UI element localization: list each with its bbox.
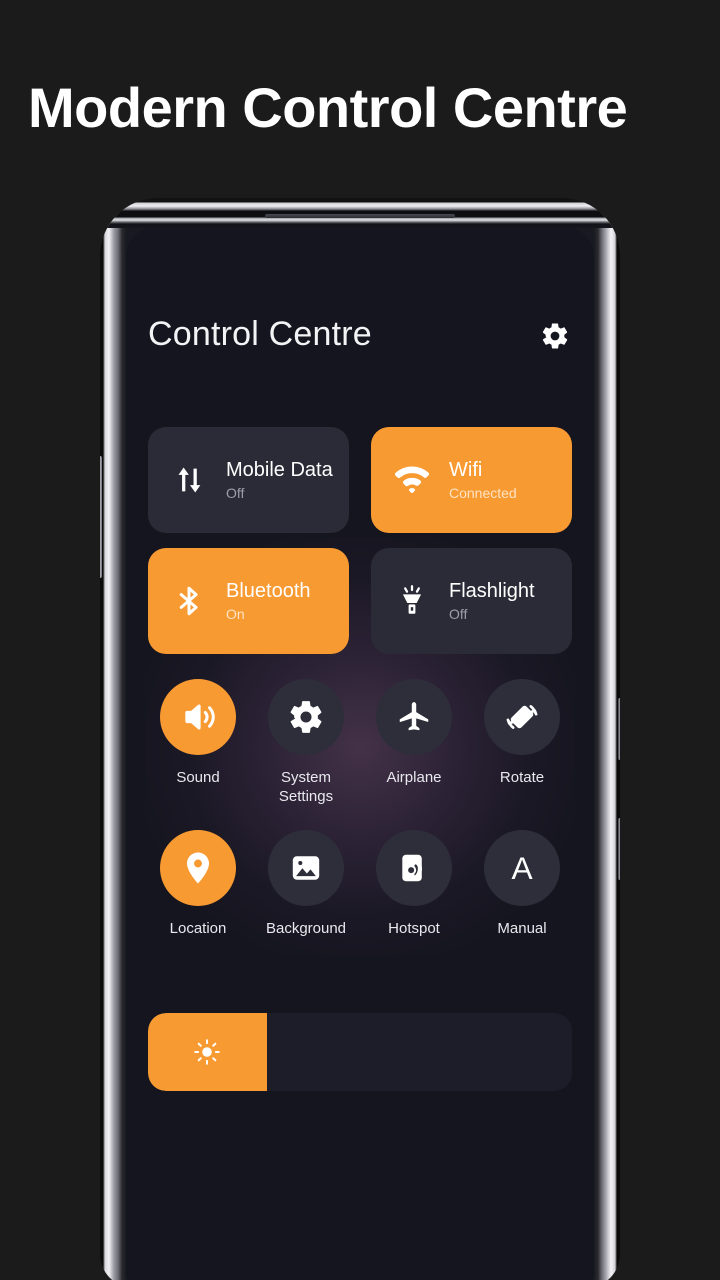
control-centre-header: Control Centre: [148, 315, 572, 363]
quick-toggle-row-2: Location Background Hotspot A Manual: [144, 830, 576, 938]
brightness-slider[interactable]: [148, 1013, 572, 1091]
brightness-slider-fill[interactable]: [148, 1013, 267, 1091]
quick-toggle-label: Manual: [497, 920, 547, 937]
tile-text: Wifi Connected: [449, 459, 517, 501]
quick-toggle-label: Background: [265, 920, 347, 937]
quick-toggle-label: Hotspot: [388, 920, 440, 937]
tile-label: Wifi: [449, 459, 483, 481]
tile-state: On: [226, 606, 245, 622]
screenshot-root: Modern Control Centre Control Centre Mob…: [0, 0, 720, 1280]
airplane-icon: [395, 698, 433, 736]
page-title: Modern Control Centre: [28, 76, 628, 139]
quick-toggle-grid: Sound System Settings Airplane Rotate Lo…: [144, 679, 576, 938]
quick-toggle-hotspot[interactable]: Hotspot: [360, 830, 468, 938]
quick-toggle-label: Rotate: [499, 769, 545, 786]
quick-toggle-label: System Settings: [278, 769, 334, 805]
quick-toggle-background[interactable]: Background: [252, 830, 360, 938]
quick-toggle-circle[interactable]: [268, 830, 344, 906]
phone-top-bezel: [100, 198, 620, 228]
image-icon: [288, 850, 324, 886]
letter-a-icon: A: [503, 849, 541, 887]
flashlight-icon: [393, 582, 431, 620]
panel-title: Control Centre: [148, 315, 372, 353]
tile-label: Flashlight: [449, 580, 535, 602]
tile-state: Off: [449, 606, 468, 622]
volume-up-button[interactable]: [618, 698, 620, 760]
phone-screen: Control Centre Mobile Data Off Wifi Conn…: [126, 227, 594, 1280]
quick-toggle-circle[interactable]: [268, 679, 344, 755]
quick-toggle-location[interactable]: Location: [144, 830, 252, 938]
quick-toggle-label: Sound: [176, 769, 220, 786]
volume-icon: [179, 698, 217, 736]
brightness-sun-icon: [193, 1038, 221, 1066]
big-tile-grid: Mobile Data Off Wifi Connected Bluetooth…: [148, 427, 572, 669]
tile-row-2: Bluetooth On Flashlight Off: [148, 548, 572, 654]
hotspot-icon: [396, 850, 432, 886]
bluetooth-icon: [170, 582, 208, 620]
quick-toggle-circle[interactable]: [484, 679, 560, 755]
quick-toggle-manual[interactable]: A Manual: [468, 830, 576, 938]
quick-toggle-circle[interactable]: [376, 679, 452, 755]
gear-icon: [287, 698, 325, 736]
quick-toggle-circle[interactable]: A: [484, 830, 560, 906]
tile-label: Mobile Data: [226, 459, 333, 481]
quick-toggle-circle[interactable]: [376, 830, 452, 906]
phone-mockup: Control Centre Mobile Data Off Wifi Conn…: [100, 198, 620, 1280]
tile-mobile-data[interactable]: Mobile Data Off: [148, 427, 349, 533]
location-pin-icon: [179, 849, 217, 887]
tile-row-1: Mobile Data Off Wifi Connected: [148, 427, 572, 533]
settings-gear-icon[interactable]: [540, 321, 570, 351]
quick-toggle-row-1: Sound System Settings Airplane Rotate: [144, 679, 576, 806]
tile-state: Connected: [449, 485, 517, 501]
tile-bluetooth[interactable]: Bluetooth On: [148, 548, 349, 654]
quick-toggle-rotate[interactable]: Rotate: [468, 679, 576, 806]
quick-toggle-circle[interactable]: [160, 830, 236, 906]
earpiece-speaker: [265, 214, 455, 218]
tile-text: Flashlight Off: [449, 580, 535, 622]
quick-toggle-label: Location: [169, 920, 227, 937]
mobile-data-icon: [170, 461, 208, 499]
quick-toggle-label: Airplane: [386, 769, 442, 786]
svg-text:A: A: [511, 850, 533, 886]
volume-down-button[interactable]: [618, 818, 620, 880]
wifi-icon: [393, 461, 431, 499]
tile-text: Bluetooth On: [226, 580, 311, 622]
quick-toggle-system-settings[interactable]: System Settings: [252, 679, 360, 806]
tile-text: Mobile Data Off: [226, 459, 333, 501]
tile-state: Off: [226, 485, 245, 501]
quick-toggle-sound[interactable]: Sound: [144, 679, 252, 806]
rotate-icon: [503, 698, 541, 736]
power-button[interactable]: [100, 456, 102, 578]
tile-wifi[interactable]: Wifi Connected: [371, 427, 572, 533]
quick-toggle-airplane[interactable]: Airplane: [360, 679, 468, 806]
tile-label: Bluetooth: [226, 580, 311, 602]
quick-toggle-circle[interactable]: [160, 679, 236, 755]
tile-flashlight[interactable]: Flashlight Off: [371, 548, 572, 654]
